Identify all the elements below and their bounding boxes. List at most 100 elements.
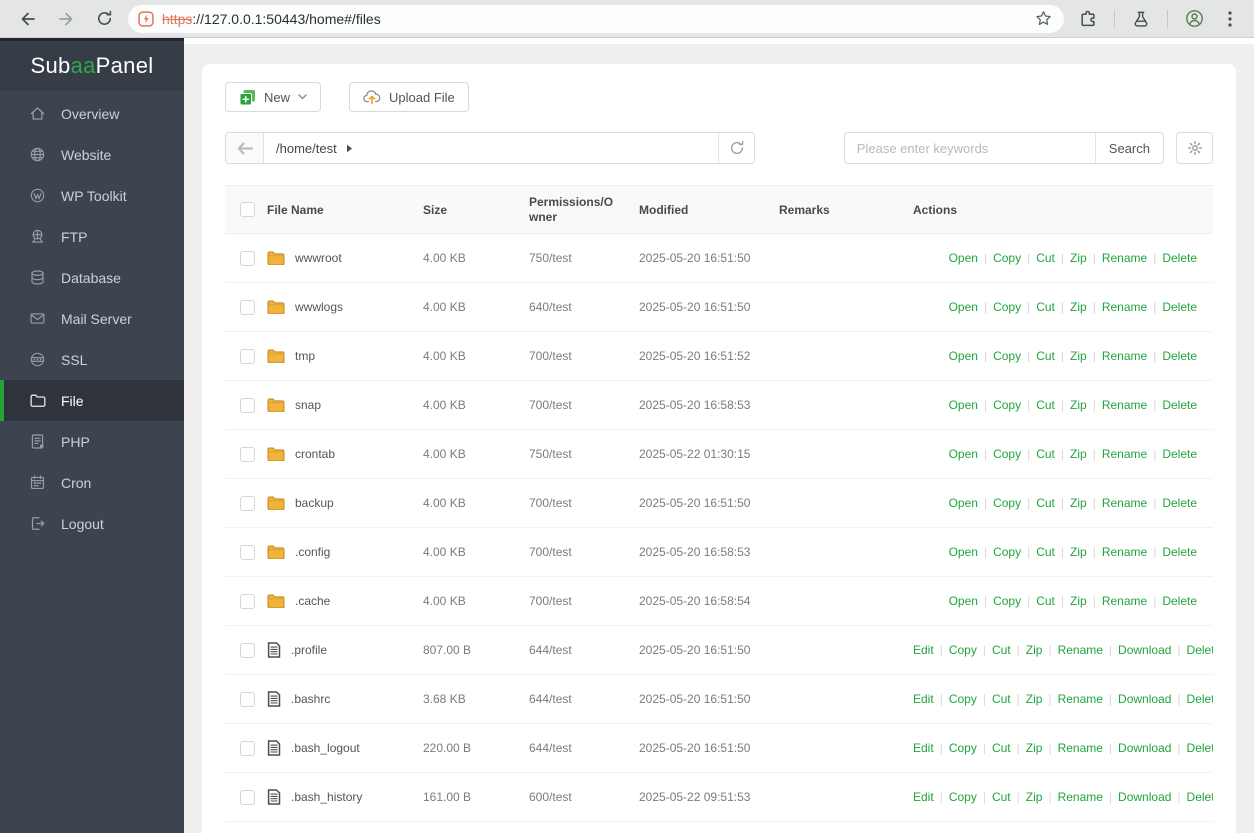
action-delete[interactable]: Delete [1162, 594, 1197, 608]
action-delete[interactable]: Delete [1162, 349, 1197, 363]
action-zip[interactable]: Zip [1026, 790, 1043, 804]
action-open[interactable]: Open [949, 300, 978, 314]
row-checkbox[interactable] [240, 348, 255, 364]
sidebar-item-ssl[interactable]: SSL [0, 339, 184, 380]
action-zip[interactable]: Zip [1070, 496, 1087, 510]
sidebar-item-cron[interactable]: Cron [0, 462, 184, 503]
action-cut[interactable]: Cut [1036, 447, 1055, 461]
action-download[interactable]: Download [1118, 741, 1171, 755]
file-name[interactable]: snap [295, 398, 321, 412]
action-rename[interactable]: Rename [1102, 251, 1147, 265]
path-input[interactable]: /home/test [264, 133, 718, 163]
action-rename[interactable]: Rename [1102, 496, 1147, 510]
action-rename[interactable]: Rename [1102, 545, 1147, 559]
action-delete[interactable]: Delete [1187, 643, 1213, 657]
action-cut[interactable]: Cut [1036, 349, 1055, 363]
sidebar-item-mail-server[interactable]: Mail Server [0, 298, 184, 339]
row-checkbox[interactable] [240, 740, 255, 756]
action-copy[interactable]: Copy [993, 300, 1021, 314]
action-edit[interactable]: Edit [913, 790, 934, 804]
action-rename[interactable]: Rename [1102, 398, 1147, 412]
file-name[interactable]: .bash_history [291, 790, 362, 804]
sidebar-item-file[interactable]: File [0, 380, 184, 421]
action-cut[interactable]: Cut [1036, 398, 1055, 412]
row-checkbox[interactable] [240, 642, 255, 658]
action-delete[interactable]: Delete [1162, 545, 1197, 559]
extensions-button[interactable] [1074, 5, 1102, 33]
action-copy[interactable]: Copy [949, 790, 977, 804]
row-checkbox[interactable] [240, 691, 255, 707]
file-name[interactable]: .bashrc [291, 692, 330, 706]
file-name[interactable]: wwwroot [295, 251, 342, 265]
browser-forward-button[interactable] [52, 5, 80, 33]
action-copy[interactable]: Copy [993, 251, 1021, 265]
sidebar-item-database[interactable]: Database [0, 257, 184, 298]
action-copy[interactable]: Copy [993, 398, 1021, 412]
row-checkbox[interactable] [240, 397, 255, 413]
settings-button[interactable] [1176, 132, 1213, 164]
action-copy[interactable]: Copy [949, 643, 977, 657]
row-checkbox[interactable] [240, 495, 255, 511]
action-zip[interactable]: Zip [1070, 251, 1087, 265]
row-checkbox[interactable] [240, 593, 255, 609]
file-name[interactable]: wwwlogs [295, 300, 343, 314]
action-delete[interactable]: Delete [1162, 447, 1197, 461]
caret-right-icon[interactable] [346, 144, 353, 153]
select-all-checkbox[interactable] [240, 202, 255, 218]
file-name[interactable]: .cache [295, 594, 330, 608]
browser-menu-button[interactable] [1216, 5, 1244, 33]
sidebar-item-logout[interactable]: Logout [0, 503, 184, 544]
action-delete[interactable]: Delete [1187, 790, 1213, 804]
row-checkbox[interactable] [240, 789, 255, 805]
action-zip[interactable]: Zip [1070, 545, 1087, 559]
action-rename[interactable]: Rename [1102, 594, 1147, 608]
browser-reload-button[interactable] [90, 5, 118, 33]
file-name[interactable]: crontab [295, 447, 335, 461]
action-delete[interactable]: Delete [1162, 496, 1197, 510]
action-open[interactable]: Open [949, 594, 978, 608]
new-button[interactable]: New [225, 82, 322, 112]
row-checkbox[interactable] [240, 299, 255, 315]
action-cut[interactable]: Cut [1036, 300, 1055, 314]
file-name[interactable]: .config [295, 545, 330, 559]
action-rename[interactable]: Rename [1058, 692, 1103, 706]
search-input[interactable] [844, 133, 1095, 163]
row-checkbox[interactable] [240, 544, 255, 560]
action-download[interactable]: Download [1118, 790, 1171, 804]
action-cut[interactable]: Cut [992, 643, 1011, 657]
action-cut[interactable]: Cut [1036, 251, 1055, 265]
action-cut[interactable]: Cut [992, 790, 1011, 804]
action-copy[interactable]: Copy [993, 447, 1021, 461]
action-copy[interactable]: Copy [993, 496, 1021, 510]
sidebar-item-php[interactable]: PHP [0, 421, 184, 462]
action-delete[interactable]: Delete [1187, 692, 1213, 706]
action-open[interactable]: Open [949, 447, 978, 461]
profile-avatar-button[interactable] [1180, 5, 1208, 33]
action-rename[interactable]: Rename [1058, 790, 1103, 804]
address-bar[interactable]: https://127.0.0.1:50443/home#/files [128, 4, 1064, 33]
action-delete[interactable]: Delete [1162, 398, 1197, 412]
sidebar-item-website[interactable]: Website [0, 134, 184, 175]
action-copy[interactable]: Copy [993, 349, 1021, 363]
file-name[interactable]: backup [295, 496, 334, 510]
action-delete[interactable]: Delete [1162, 251, 1197, 265]
action-rename[interactable]: Rename [1102, 447, 1147, 461]
sidebar-item-wp-toolkit[interactable]: WP Toolkit [0, 175, 184, 216]
sidebar-item-ftp[interactable]: FTP [0, 216, 184, 257]
action-open[interactable]: Open [949, 349, 978, 363]
action-delete[interactable]: Delete [1162, 300, 1197, 314]
action-cut[interactable]: Cut [1036, 594, 1055, 608]
file-name[interactable]: .profile [291, 643, 327, 657]
action-zip[interactable]: Zip [1026, 741, 1043, 755]
action-open[interactable]: Open [949, 496, 978, 510]
action-rename[interactable]: Rename [1058, 643, 1103, 657]
search-button[interactable]: Search [1094, 133, 1163, 163]
action-cut[interactable]: Cut [1036, 496, 1055, 510]
action-rename[interactable]: Rename [1102, 349, 1147, 363]
action-zip[interactable]: Zip [1070, 447, 1087, 461]
action-rename[interactable]: Rename [1058, 741, 1103, 755]
action-rename[interactable]: Rename [1102, 300, 1147, 314]
upload-file-button[interactable]: Upload File [349, 82, 469, 112]
action-zip[interactable]: Zip [1070, 300, 1087, 314]
action-edit[interactable]: Edit [913, 692, 934, 706]
